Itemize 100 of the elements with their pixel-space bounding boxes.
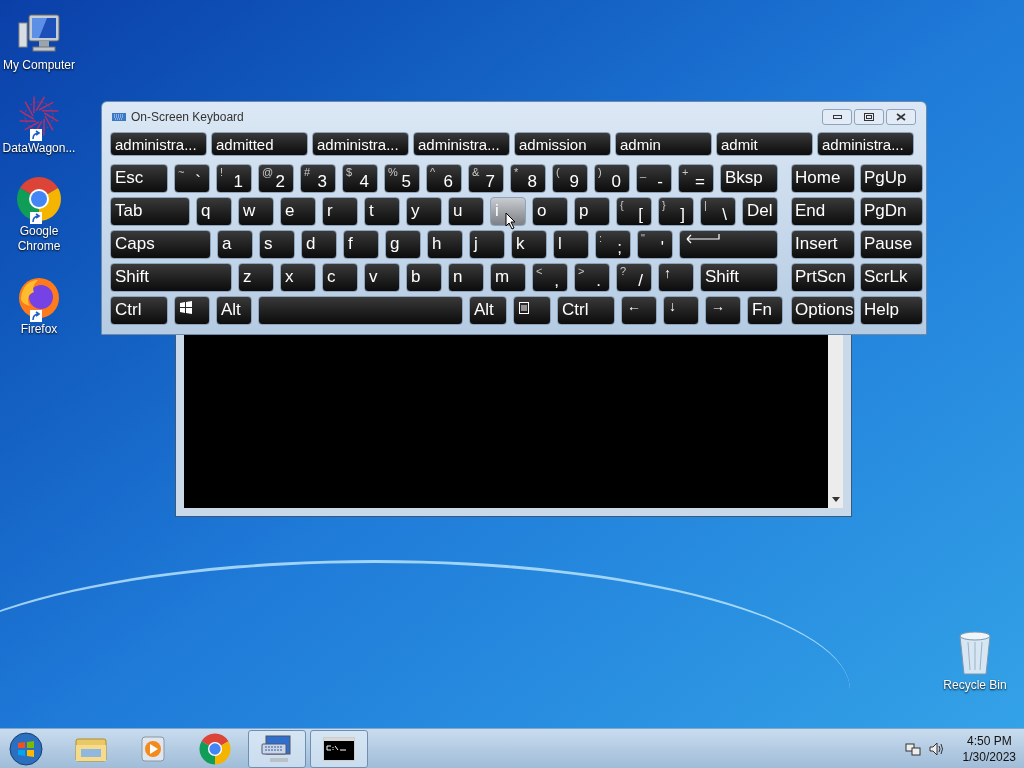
keyboard-key[interactable]: ! 1 bbox=[216, 164, 252, 193]
keyboard-key[interactable]: Home bbox=[791, 164, 855, 193]
keyboard-key[interactable] bbox=[679, 230, 778, 259]
keyboard-key[interactable]: & 7 bbox=[468, 164, 504, 193]
desktop-icon-label[interactable]: Google Chrome bbox=[1, 224, 77, 254]
keyboard-key[interactable]: @2 bbox=[258, 164, 294, 193]
keyboard-key[interactable]: k bbox=[511, 230, 547, 259]
keyboard-key[interactable]: o bbox=[532, 197, 568, 226]
keyboard-key[interactable]: Del bbox=[742, 197, 778, 226]
keyboard-key[interactable]: h bbox=[427, 230, 463, 259]
keyboard-key[interactable]: x bbox=[280, 263, 316, 292]
keyboard-key[interactable]: → bbox=[705, 296, 741, 325]
keyboard-key[interactable]: t bbox=[364, 197, 400, 226]
keyboard-key[interactable]: l bbox=[553, 230, 589, 259]
keyboard-key[interactable]: + = bbox=[678, 164, 714, 193]
keyboard-key[interactable]: ( 9 bbox=[552, 164, 588, 193]
word-suggestion[interactable]: administra... bbox=[413, 132, 510, 156]
scroll-down-icon[interactable] bbox=[832, 497, 840, 502]
keyboard-key[interactable]: * 8 bbox=[510, 164, 546, 193]
word-suggestion[interactable]: admission bbox=[514, 132, 611, 156]
word-suggestion[interactable]: administra... bbox=[312, 132, 409, 156]
keyboard-key[interactable]: Options bbox=[791, 296, 855, 325]
keyboard-key[interactable]: End bbox=[791, 197, 855, 226]
keyboard-key[interactable]: } ] bbox=[658, 197, 694, 226]
keyboard-key[interactable]: Tab bbox=[110, 197, 190, 226]
desktop-icon-label[interactable]: DataWagon... bbox=[1, 141, 77, 156]
keyboard-key[interactable]: u bbox=[448, 197, 484, 226]
keyboard-key[interactable]: Alt bbox=[216, 296, 252, 325]
starburst-logo-icon bbox=[17, 94, 61, 138]
keyboard-key[interactable]: ^ 6 bbox=[426, 164, 462, 193]
keyboard-key[interactable]: # 3 bbox=[300, 164, 336, 193]
word-suggestion[interactable]: admitted bbox=[211, 132, 308, 156]
keyboard-key[interactable] bbox=[174, 296, 210, 325]
keyboard-key[interactable]: Bksp bbox=[720, 164, 778, 193]
keyboard-key[interactable]: | \ bbox=[700, 197, 736, 226]
keyboard-key[interactable]: w bbox=[238, 197, 274, 226]
keyboard-key[interactable]: f bbox=[343, 230, 379, 259]
keyboard-key[interactable]: { [ bbox=[616, 197, 652, 226]
keyboard-key[interactable]: Caps bbox=[110, 230, 211, 259]
keyboard-key[interactable]: e bbox=[280, 197, 316, 226]
keyboard-key[interactable]: < , bbox=[532, 263, 568, 292]
keyboard-key[interactable]: g bbox=[385, 230, 421, 259]
keyboard-key[interactable]: Insert bbox=[791, 230, 855, 259]
keyboard-key[interactable]: q bbox=[196, 197, 232, 226]
keyboard-key[interactable]: z bbox=[238, 263, 274, 292]
keyboard-key[interactable]: _ - bbox=[636, 164, 672, 193]
word-suggestion[interactable]: admin bbox=[615, 132, 712, 156]
keyboard-key[interactable]: s bbox=[259, 230, 295, 259]
keyboard-key[interactable]: c bbox=[322, 263, 358, 292]
keyboard-key[interactable]: a bbox=[217, 230, 253, 259]
keyboard-key[interactable]: ← bbox=[621, 296, 657, 325]
keyboard-key[interactable]: v bbox=[364, 263, 400, 292]
keyboard-key[interactable]: ↑ bbox=[658, 263, 694, 292]
keyboard-key[interactable]: ↓ bbox=[663, 296, 699, 325]
keyboard-key[interactable]: d bbox=[301, 230, 337, 259]
taskbar-button[interactable] bbox=[310, 729, 368, 768]
keyboard-key[interactable]: $ 4 bbox=[342, 164, 378, 193]
desktop-icon-label[interactable]: Firefox bbox=[1, 322, 77, 337]
keyboard-key[interactable]: Shift bbox=[700, 263, 778, 292]
keyboard-key[interactable]: m bbox=[490, 263, 526, 292]
minimize-button[interactable] bbox=[822, 109, 852, 125]
close-button[interactable] bbox=[886, 109, 916, 125]
clock-date[interactable]: 1/30/2023 bbox=[962, 748, 1016, 765]
keyboard-key[interactable] bbox=[513, 296, 551, 325]
word-suggestion[interactable]: administra... bbox=[110, 132, 207, 156]
keyboard-key[interactable]: Shift bbox=[110, 263, 232, 292]
keyboard-key[interactable]: Ctrl bbox=[557, 296, 615, 325]
keyboard-key[interactable]: ~ ` bbox=[174, 164, 210, 193]
desktop-icon-label[interactable]: My Computer bbox=[1, 58, 77, 73]
keyboard-key[interactable]: PgDn bbox=[860, 197, 923, 226]
start-button[interactable] bbox=[6, 729, 46, 768]
keyboard-key[interactable]: y bbox=[406, 197, 442, 226]
network-icon[interactable] bbox=[904, 740, 921, 757]
keyboard-key[interactable]: Alt bbox=[469, 296, 507, 325]
keyboard-key[interactable]: b bbox=[406, 263, 442, 292]
maximize-button[interactable] bbox=[854, 109, 884, 125]
keyboard-key[interactable]: j bbox=[469, 230, 505, 259]
volume-icon[interactable] bbox=[928, 740, 945, 757]
keyboard-key[interactable]: Fn bbox=[747, 296, 783, 325]
word-suggestion[interactable]: admit bbox=[716, 132, 813, 156]
keyboard-key[interactable]: r bbox=[322, 197, 358, 226]
keyboard-key[interactable]: Esc bbox=[110, 164, 168, 193]
word-suggestion[interactable]: administra... bbox=[817, 132, 914, 156]
keyboard-key[interactable]: > . bbox=[574, 263, 610, 292]
keyboard-key[interactable]: ? / bbox=[616, 263, 652, 292]
keyboard-key[interactable] bbox=[258, 296, 463, 325]
keyboard-key[interactable]: " ' bbox=[637, 230, 673, 259]
keyboard-key[interactable]: p bbox=[574, 197, 610, 226]
keyboard-key[interactable]: n bbox=[448, 263, 484, 292]
keyboard-key[interactable]: ScrLk bbox=[860, 263, 923, 292]
keyboard-key[interactable]: Ctrl bbox=[110, 296, 168, 325]
keyboard-key[interactable]: PgUp bbox=[860, 164, 923, 193]
keyboard-key[interactable]: Help bbox=[860, 296, 923, 325]
keyboard-key[interactable]: Pause bbox=[860, 230, 923, 259]
keyboard-key[interactable]: : ; bbox=[595, 230, 631, 259]
keyboard-key[interactable]: ) 0 bbox=[594, 164, 630, 193]
keyboard-key[interactable]: % 5 bbox=[384, 164, 420, 193]
keyboard-key[interactable]: PrtScn bbox=[791, 263, 855, 292]
scrollbar[interactable] bbox=[828, 335, 843, 508]
clock-time[interactable]: 4:50 PM bbox=[966, 732, 1012, 749]
